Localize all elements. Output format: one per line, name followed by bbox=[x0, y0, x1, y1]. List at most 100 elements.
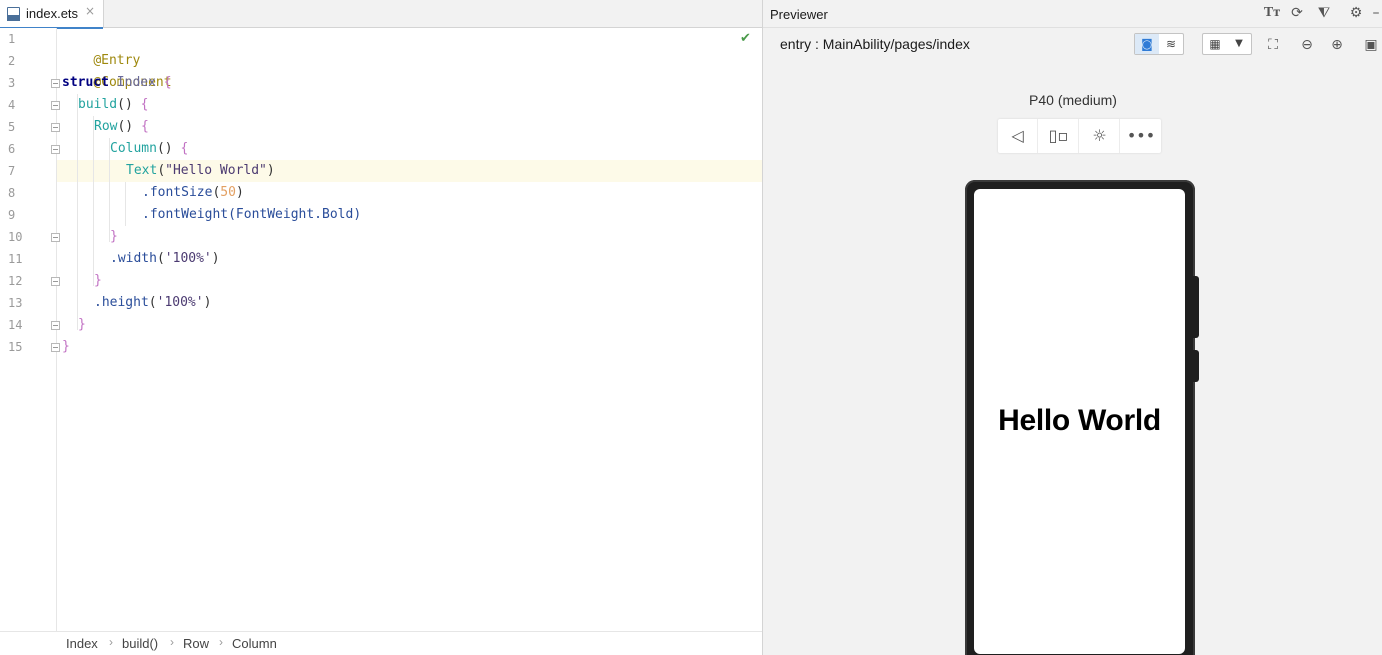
breadcrumb-item[interactable]: Row bbox=[183, 636, 209, 651]
code-line[interactable]: } bbox=[78, 314, 86, 336]
code-token: 50 bbox=[220, 185, 236, 200]
code-line[interactable]: build() { bbox=[78, 94, 148, 116]
current-line-highlight bbox=[0, 160, 762, 182]
code-token: } bbox=[78, 317, 86, 332]
line-number: 8 bbox=[8, 186, 16, 200]
code-token: ( bbox=[157, 163, 166, 178]
line-number: 11 bbox=[8, 252, 23, 266]
line-number: 6 bbox=[8, 142, 16, 156]
fold-marker-icon[interactable] bbox=[51, 123, 60, 132]
code-line[interactable]: Column() { bbox=[110, 138, 188, 160]
entry-path: entry : MainAbility/pages/index bbox=[780, 36, 970, 52]
breadcrumb-item[interactable]: build() bbox=[122, 636, 158, 651]
code-line[interactable]: } bbox=[62, 336, 70, 358]
code-token: () bbox=[117, 97, 141, 112]
device-screen[interactable]: Hello World bbox=[974, 189, 1185, 654]
close-icon[interactable]: × bbox=[85, 4, 95, 18]
breadcrumb-item[interactable]: Column bbox=[232, 636, 277, 651]
code-token: Text bbox=[126, 163, 158, 178]
line-number-gutter: 1 2 3 4 5 6 7 8 9 10 11 12 13 14 15 bbox=[0, 28, 57, 631]
code-line[interactable]: } bbox=[94, 270, 102, 292]
previewer-panel: Previewer Tт ⟳ ⧨ ⚙ – entry : MainAbility… bbox=[762, 0, 1382, 655]
line-number: 10 bbox=[8, 230, 23, 244]
line-number: 12 bbox=[8, 274, 23, 288]
code-token: ) bbox=[235, 185, 244, 200]
inspector-toggle-group: ◙ ≋ bbox=[1134, 33, 1184, 55]
code-editor[interactable]: index.ets × 1 2 3 4 5 6 7 8 9 10 11 12 1… bbox=[0, 0, 762, 655]
code-token: () bbox=[117, 119, 141, 134]
code-token: } bbox=[110, 229, 118, 244]
zoom-in-icon[interactable]: ⊕ bbox=[1327, 35, 1347, 55]
minimize-icon[interactable]: – bbox=[1367, 4, 1382, 22]
breadcrumb-separator-icon: › bbox=[109, 635, 113, 649]
device-toolbar: ◁ ▯▫ ☼ ••• bbox=[998, 119, 1161, 153]
line-number: 15 bbox=[8, 340, 23, 354]
maximize-icon[interactable]: ▣ bbox=[1361, 35, 1381, 55]
brightness-icon[interactable]: ☼ bbox=[1080, 119, 1120, 153]
fold-marker-icon[interactable] bbox=[51, 321, 60, 330]
device-name: P40 (medium) bbox=[1029, 92, 1117, 108]
breadcrumb-separator-icon: › bbox=[219, 635, 223, 649]
code-token: { bbox=[140, 119, 149, 134]
ets-file-icon bbox=[7, 7, 20, 21]
fold-marker-icon[interactable] bbox=[51, 79, 60, 88]
previewer-header: Previewer Tт ⟳ ⧨ ⚙ – bbox=[763, 0, 1382, 28]
code-token: .height bbox=[94, 295, 149, 310]
check-icon: ✔ bbox=[740, 31, 751, 46]
code-token: Index bbox=[108, 75, 164, 90]
code-line[interactable]: Text("Hello World") bbox=[126, 160, 275, 182]
gear-icon[interactable]: ⚙ bbox=[1347, 4, 1365, 22]
code-token: { bbox=[180, 141, 189, 156]
hello-world-text: Hello World bbox=[998, 404, 1161, 437]
tab-label: index.ets bbox=[26, 6, 79, 21]
code-line[interactable]: } bbox=[110, 226, 118, 248]
code-token: } bbox=[94, 273, 102, 288]
chevron-down-icon: ▼ bbox=[1235, 38, 1243, 49]
fold-marker-icon[interactable] bbox=[51, 101, 60, 110]
fold-marker-icon[interactable] bbox=[51, 145, 60, 154]
previewer-toolbar: entry : MainAbility/pages/index ◙ ≋ ▦ ▼ … bbox=[763, 28, 1382, 60]
fit-screen-icon[interactable]: ⛶ bbox=[1263, 35, 1283, 55]
breadcrumb: Index › build() › Row › Column bbox=[0, 631, 762, 655]
layers-icon[interactable]: ≋ bbox=[1159, 34, 1183, 54]
line-number: 5 bbox=[8, 120, 16, 134]
code-token: { bbox=[140, 97, 149, 112]
code-line[interactable]: .width('100%') bbox=[110, 248, 220, 270]
code-token: { bbox=[163, 75, 172, 90]
line-number: 1 bbox=[8, 32, 16, 46]
rotate-icon[interactable]: ▯▫ bbox=[1039, 119, 1079, 153]
previewer-title: Previewer bbox=[770, 7, 828, 22]
line-number: 13 bbox=[8, 296, 23, 310]
grid-icon: ▦ bbox=[1209, 37, 1221, 51]
zoom-out-icon[interactable]: ⊖ bbox=[1297, 35, 1317, 55]
inspector-icon[interactable]: ◙ bbox=[1135, 34, 1159, 54]
line-number: 14 bbox=[8, 318, 23, 332]
volume-key bbox=[1193, 350, 1199, 382]
code-token: '100%' bbox=[164, 251, 212, 266]
refresh-icon[interactable]: ⟳ bbox=[1288, 4, 1306, 22]
fold-marker-icon[interactable] bbox=[51, 233, 60, 242]
back-icon[interactable]: ◁ bbox=[998, 119, 1038, 153]
fold-marker-icon[interactable] bbox=[51, 343, 60, 352]
breadcrumb-separator-icon: › bbox=[170, 635, 174, 649]
font-size-icon[interactable]: Tт bbox=[1263, 4, 1281, 22]
breadcrumb-item[interactable]: Index bbox=[66, 636, 98, 651]
pin-icon[interactable]: ⧨ bbox=[1315, 4, 1333, 22]
code-token: ) bbox=[211, 251, 220, 266]
code-line[interactable]: .height('100%') bbox=[94, 292, 211, 314]
line-number: 7 bbox=[8, 164, 16, 178]
code-line[interactable]: struct Index { bbox=[62, 72, 172, 94]
code-line[interactable]: @Entry bbox=[62, 28, 140, 68]
code-line[interactable]: Row() { bbox=[94, 116, 149, 138]
more-icon[interactable]: ••• bbox=[1121, 119, 1161, 153]
code-line[interactable]: .fontWeight(FontWeight.Bold) bbox=[142, 204, 361, 226]
device-frame: Hello World bbox=[965, 180, 1199, 655]
fold-marker-icon[interactable] bbox=[51, 277, 60, 286]
code-token: build bbox=[78, 97, 118, 112]
line-number: 9 bbox=[8, 208, 16, 222]
layout-dropdown[interactable]: ▦ ▼ bbox=[1202, 33, 1252, 55]
tab-index-ets[interactable]: index.ets × bbox=[0, 0, 104, 29]
code-line[interactable]: .fontSize(50) bbox=[142, 182, 244, 204]
code-line[interactable]: @Component bbox=[62, 50, 171, 90]
code-token: .fontWeight bbox=[142, 207, 229, 222]
